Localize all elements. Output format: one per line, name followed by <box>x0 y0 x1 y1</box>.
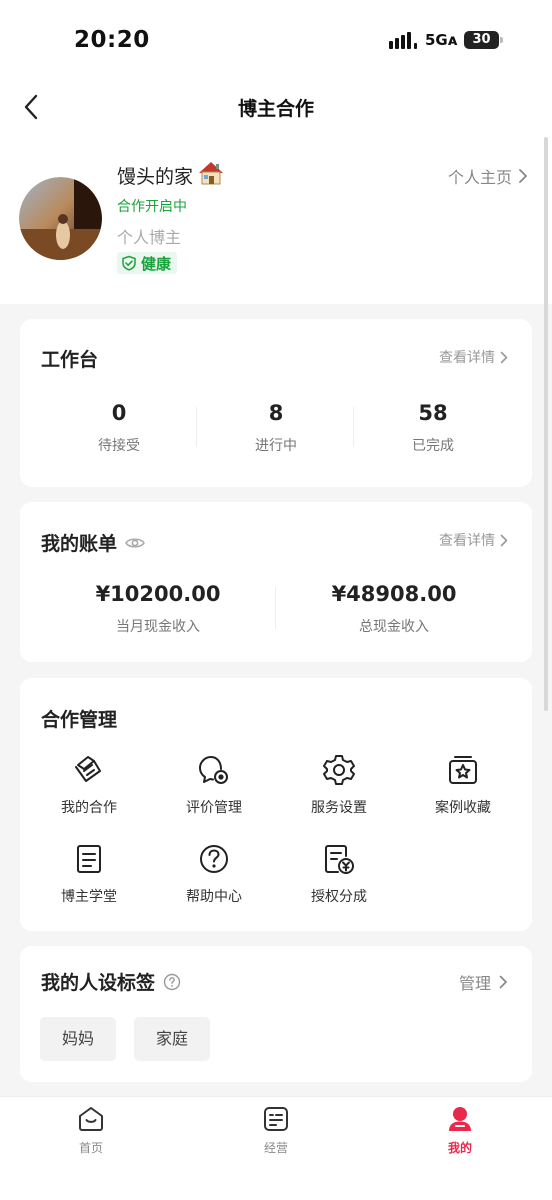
divider <box>353 407 354 447</box>
tool-help-center[interactable]: 帮助中心 <box>159 842 269 906</box>
profile-icon <box>449 1107 471 1131</box>
homepage-link-label: 个人主页 <box>447 168 512 187</box>
stat-value: 0 <box>111 401 127 425</box>
tool-revenue-share[interactable]: 授权分成 <box>284 842 394 906</box>
revenue-share-icon <box>325 845 354 874</box>
workbench-detail-link[interactable]: 查看详情 <box>439 347 508 367</box>
health-badge: 健康 <box>117 252 178 274</box>
bill-total-income[interactable]: ¥48908.00 总现金收入 <box>294 582 494 636</box>
profile-section: 馒头的家 合作开启中 个人博主 健康 个人主页 <box>0 136 552 304</box>
detail-link-label: 查看详情 <box>439 350 495 366</box>
home-icon <box>79 1107 103 1131</box>
bill-label: 总现金收入 <box>359 619 429 635</box>
stat-label: 已完成 <box>412 438 454 454</box>
gear-icon <box>323 755 355 785</box>
stat-in-progress[interactable]: 8 进行中 <box>216 401 336 455</box>
bill-label: 当月现金收入 <box>116 619 200 635</box>
shield-check-icon <box>122 255 136 271</box>
tool-label: 案例收藏 <box>435 800 491 816</box>
help-icon <box>200 845 228 873</box>
tags-manage-link[interactable]: 管理 <box>459 970 508 994</box>
review-icon <box>199 756 228 784</box>
stat-completed[interactable]: 58 已完成 <box>373 401 493 455</box>
tab-label: 首页 <box>78 1141 103 1155</box>
signal-icon <box>389 32 417 49</box>
bill-value: ¥48908.00 <box>331 582 457 606</box>
workbench-card: 工作台 查看详情 0 待接受 8 进行中 58 已完成 <box>20 319 532 487</box>
tags-title: 我的人设标签 <box>41 968 181 995</box>
management-title: 合作管理 <box>41 709 118 731</box>
tab-label: 经营 <box>263 1141 288 1155</box>
battery-tip <box>500 37 503 43</box>
tab-label: 我的 <box>447 1141 472 1155</box>
bill-title: 我的账单 <box>41 529 145 556</box>
persona-tags-card: 我的人设标签 管理 妈妈 家庭 <box>20 946 532 1082</box>
stat-label: 进行中 <box>255 438 297 454</box>
tool-label: 帮助中心 <box>186 889 242 905</box>
profile-name: 馒头的家 <box>117 166 194 188</box>
avatar[interactable] <box>19 177 102 260</box>
status-time: 20:20 <box>74 27 150 53</box>
page-title: 博主合作 <box>237 98 314 120</box>
chevron-right-icon <box>500 534 508 546</box>
bill-value: ¥10200.00 <box>95 582 221 606</box>
coop-status: 合作开启中 <box>117 199 187 215</box>
detail-link-label: 查看详情 <box>439 533 495 549</box>
tool-label: 服务设置 <box>311 800 367 816</box>
tags-title-label: 我的人设标签 <box>41 972 156 994</box>
health-label: 健康 <box>141 254 172 273</box>
tool-blogger-academy[interactable]: 博主学堂 <box>34 842 144 906</box>
divider <box>275 587 276 629</box>
document-icon <box>77 845 101 873</box>
management-card: 合作管理 我的合作 评价管理 服务设置 案例收藏 博主学堂 帮助中心 授权分成 <box>20 678 532 931</box>
cooperation-icon <box>75 756 101 782</box>
blogger-type: 个人博主 <box>117 228 182 247</box>
bill-detail-link[interactable]: 查看详情 <box>439 530 508 550</box>
tool-label: 授权分成 <box>311 889 367 905</box>
bill-card: 我的账单 查看详情 ¥10200.00 当月现金收入 ¥48908.00 总现金… <box>20 502 532 662</box>
chevron-right-icon <box>500 351 508 363</box>
tool-case-collection[interactable]: 案例收藏 <box>408 753 518 817</box>
stat-value: 8 <box>268 401 284 425</box>
tool-label: 评价管理 <box>186 800 242 816</box>
bill-title-label: 我的账单 <box>41 533 118 555</box>
tool-label: 我的合作 <box>61 800 117 816</box>
tab-bar: 首页 经营 我的 <box>0 1096 552 1200</box>
chevron-right-icon <box>519 169 527 183</box>
tab-home[interactable]: 首页 <box>41 1105 141 1156</box>
tool-my-cooperation[interactable]: 我的合作 <box>34 753 144 817</box>
tool-service-settings[interactable]: 服务设置 <box>284 753 394 817</box>
workbench-title: 工作台 <box>41 349 99 371</box>
status-bar: 20:20 5Gᴀ 30 <box>0 0 552 80</box>
scrollbar[interactable] <box>544 137 548 711</box>
tool-review-management[interactable]: 评价管理 <box>159 753 269 817</box>
tab-mine[interactable]: 我的 <box>410 1105 510 1156</box>
stat-value: 58 <box>418 401 448 425</box>
bill-monthly-income[interactable]: ¥10200.00 当月现金收入 <box>58 582 258 636</box>
stat-pending[interactable]: 0 待接受 <box>59 401 179 455</box>
business-icon <box>264 1107 288 1131</box>
tag-chip[interactable]: 家庭 <box>134 1017 211 1061</box>
nav-bar: 博主合作 <box>0 80 552 136</box>
eye-icon[interactable] <box>125 536 145 550</box>
tag-chip[interactable]: 妈妈 <box>40 1017 117 1061</box>
divider <box>196 407 197 447</box>
battery-icon: 30 <box>464 31 499 49</box>
tab-business[interactable]: 经营 <box>226 1105 326 1156</box>
house-emoji-icon <box>199 162 223 185</box>
tool-label: 博主学堂 <box>61 889 117 905</box>
homepage-link[interactable]: 个人主页 <box>448 164 528 188</box>
manage-link-label: 管理 <box>458 974 491 993</box>
chevron-right-icon <box>499 975 507 989</box>
stat-label: 待接受 <box>98 438 140 454</box>
star-box-icon <box>449 756 477 784</box>
question-circle-icon[interactable] <box>163 973 181 991</box>
network-label: 5Gᴀ <box>425 31 458 49</box>
